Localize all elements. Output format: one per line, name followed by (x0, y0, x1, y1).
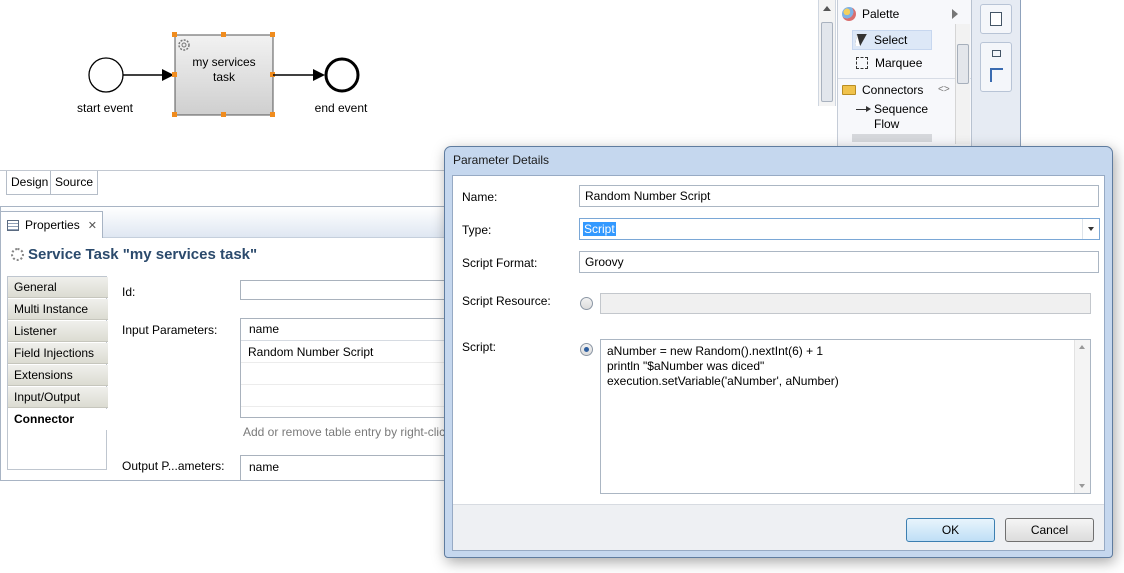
script-label: Script: (462, 340, 497, 354)
script-editor-scrollbar[interactable] (1074, 340, 1090, 493)
start-event-label: start event (76, 101, 134, 115)
script-resource-radio[interactable] (580, 297, 593, 310)
input-parameters-table[interactable]: name Random Number Script (240, 318, 444, 418)
canvas-vertical-scrollbar[interactable] (818, 0, 836, 106)
sequence-flow-2-arrow (313, 69, 325, 81)
folder-icon (842, 84, 856, 95)
chevron-down-icon[interactable] (1082, 219, 1099, 239)
id-label: Id: (122, 285, 136, 299)
sidebar-item-field-injections[interactable]: Field Injections (8, 343, 108, 364)
parameter-details-dialog: Parameter Details Name: Random Number Sc… (444, 146, 1113, 558)
properties-titlebar: Properties ✕ (1, 206, 444, 238)
script-format-label: Script Format: (462, 256, 538, 270)
script-resource-field[interactable] (600, 293, 1091, 314)
palette-scrollbar[interactable] (955, 24, 970, 144)
end-event[interactable] (324, 57, 360, 93)
start-event[interactable] (88, 57, 124, 93)
table-row[interactable]: Random Number Script (241, 342, 444, 363)
scroll-up-icon[interactable] (1079, 345, 1085, 349)
palette-collapse-icon[interactable] (952, 9, 958, 19)
type-label: Type: (462, 223, 492, 237)
table-row-empty (241, 386, 444, 407)
palette-sequence-label-line2: Flow (874, 117, 900, 131)
palette-sequence-label-line1: Sequence (874, 102, 929, 116)
cursor-arrow-icon (855, 34, 867, 46)
sidebar-item-general[interactable]: General (8, 277, 108, 298)
dialog-body: Name: Random Number Script Type: Script … (452, 175, 1105, 551)
cancel-button[interactable]: Cancel (1005, 518, 1094, 542)
palette-marquee-label: Marquee (875, 56, 923, 70)
properties-header: Service Task "my services task" (1, 239, 444, 269)
name-field[interactable]: Random Number Script (579, 185, 1099, 207)
dialog-footer: OK Cancel (453, 504, 1104, 550)
scroll-up-arrow[interactable] (823, 6, 831, 11)
end-event-label: end event (314, 101, 368, 115)
ok-button[interactable]: OK (906, 518, 995, 542)
sidebar-item-extensions[interactable]: Extensions (8, 365, 108, 386)
sidebar-item-multi-instance[interactable]: Multi Instance (8, 299, 108, 320)
tab-properties[interactable]: Properties ✕ (1, 211, 103, 238)
script-resource-label: Script Resource: (462, 294, 551, 308)
bpmn-diagram (88, 32, 360, 117)
properties-title: Service Task "my services task" (28, 245, 258, 263)
script-radio[interactable] (580, 343, 593, 356)
type-select[interactable]: Script (579, 218, 1100, 240)
palette-select-label: Select (874, 33, 908, 47)
palette-sequence-flow-tool[interactable]: Sequence Flow (856, 102, 928, 132)
palette: Palette Select Marquee Connectors <> Seq… (837, 0, 971, 146)
restore-icon[interactable] (992, 50, 1001, 57)
script-line-2: println "$aNumber was diced" (607, 359, 765, 373)
palette-scroll-down[interactable] (852, 134, 932, 142)
tab-source[interactable]: Source (50, 171, 99, 195)
sidebar-item-input-output[interactable]: Input/Output (8, 387, 108, 408)
sidebar-item-listener[interactable]: Listener (8, 321, 108, 342)
properties-tab-label: Properties (25, 218, 80, 232)
name-label: Name: (462, 190, 498, 204)
palette-icon (842, 7, 856, 21)
sidebar-item-connector[interactable]: Connector (8, 409, 108, 430)
table-row-empty (241, 364, 444, 385)
palette-select-tool[interactable]: Select (855, 29, 908, 51)
outline-toolbar-group (980, 4, 1012, 34)
type-select-value: Script (583, 222, 616, 236)
script-editor[interactable]: aNumber = new Random().nextInt(6) + 1 pr… (600, 339, 1091, 494)
outline-icon[interactable] (990, 12, 1002, 26)
task-label-line1: my services (192, 55, 256, 69)
table-hint: Add or remove table entry by right-click (243, 425, 445, 439)
script-line-1: aNumber = new Random().nextInt(6) + 1 (607, 344, 824, 358)
dialog-title: Parameter Details (453, 153, 550, 167)
properties-sidebar: General Multi Instance Listener Field In… (7, 276, 108, 470)
close-icon[interactable]: ✕ (88, 219, 97, 232)
table-header[interactable]: name (241, 319, 444, 341)
properties-view: Properties ✕ Service Task "my services t… (0, 206, 445, 481)
gear-icon (11, 247, 24, 261)
script-format-field[interactable]: Groovy (579, 251, 1099, 273)
scroll-down-icon[interactable] (1079, 484, 1085, 488)
palette-marquee-tool[interactable]: Marquee (856, 52, 922, 74)
properties-icon (7, 219, 19, 231)
task-label-line2: task (212, 70, 235, 84)
output-table-header[interactable]: name (241, 460, 279, 474)
editor-tabs: Design Source (0, 170, 445, 196)
view-toolbar-group (980, 42, 1012, 92)
diagram-canvas[interactable]: my services task start event end event (0, 0, 818, 170)
marquee-icon (856, 57, 868, 69)
output-parameters-table[interactable]: name (240, 455, 444, 480)
palette-title: Palette (862, 7, 900, 21)
palette-connectors-label: Connectors (862, 82, 924, 97)
tab-design[interactable]: Design (6, 171, 54, 195)
palette-scroll-thumb[interactable] (957, 44, 969, 84)
palette-header[interactable]: Palette (838, 3, 971, 25)
input-parameters-label: Input Parameters: (122, 323, 218, 337)
side-toolbar (971, 0, 1021, 150)
id-field[interactable] (240, 280, 444, 300)
tree-icon[interactable] (990, 68, 1003, 82)
output-parameters-label: Output P...ameters: (122, 459, 225, 473)
scroll-thumb[interactable] (821, 22, 833, 102)
drawer-pin-icon[interactable]: <> (938, 84, 950, 95)
arrow-right-icon (856, 106, 871, 112)
script-line-3: execution.setVariable('aNumber', aNumber… (607, 374, 839, 388)
palette-connectors-drawer[interactable]: Connectors <> (838, 78, 971, 100)
